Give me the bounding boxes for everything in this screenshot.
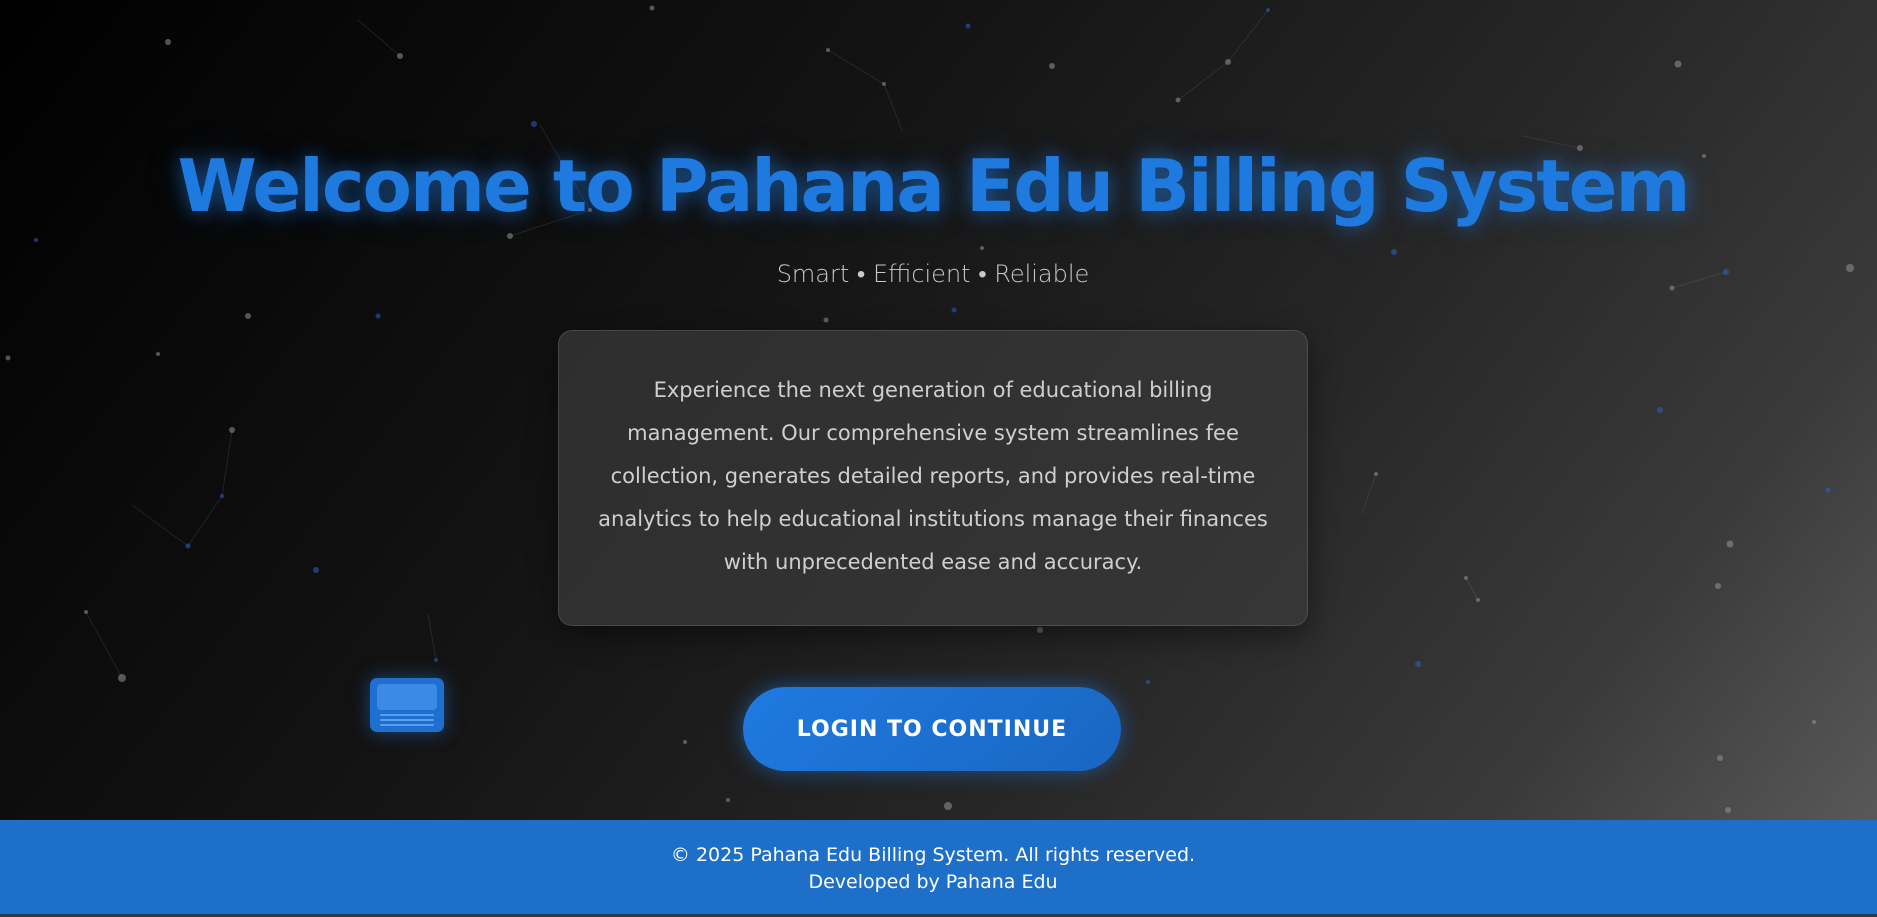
tagline: Smart • Efficient • Reliable bbox=[776, 260, 1090, 288]
billing-card-line bbox=[380, 714, 434, 716]
login-button[interactable]: LOGIN TO CONTINUE bbox=[743, 687, 1121, 771]
footer-credit: Developed by Pahana Edu bbox=[808, 871, 1058, 893]
footer: © 2025 Pahana Edu Billing System. All ri… bbox=[0, 820, 1877, 914]
billing-card-screen bbox=[377, 684, 437, 710]
hero-section: Welcome to Pahana Edu Billing System Sma… bbox=[0, 0, 1877, 820]
footer-copyright: © 2025 Pahana Edu Billing System. All ri… bbox=[670, 844, 1196, 866]
description-text: Experience the next generation of educat… bbox=[598, 378, 1268, 574]
billing-card-line bbox=[380, 724, 434, 726]
description-card: Experience the next generation of educat… bbox=[558, 330, 1308, 626]
billing-card-line bbox=[380, 719, 434, 721]
billing-card-icon bbox=[370, 678, 444, 732]
page-title: Welcome to Pahana Edu Billing System bbox=[177, 144, 1691, 228]
